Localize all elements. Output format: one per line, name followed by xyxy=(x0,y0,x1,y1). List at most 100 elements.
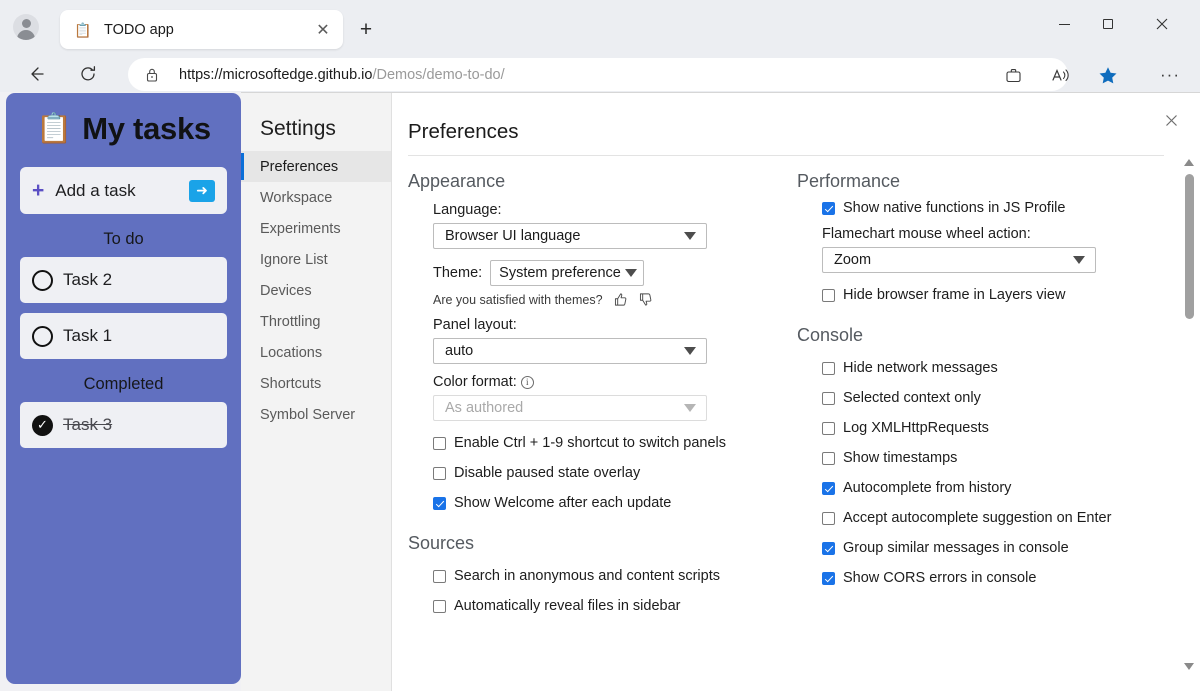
checkbox-icon[interactable] xyxy=(433,600,446,613)
thumbs-up-icon[interactable] xyxy=(613,292,628,307)
sidebar-item-label: Devices xyxy=(260,283,312,299)
task-checked-icon[interactable]: ✓ xyxy=(32,415,53,436)
language-select[interactable]: Browser UI language xyxy=(433,223,707,249)
add-task-input[interactable]: + Add a task ➜ xyxy=(20,167,227,214)
profile-avatar[interactable] xyxy=(13,14,39,40)
checkbox-row-log-xmlhttprequests[interactable]: Log XMLHttpRequests xyxy=(822,420,1178,436)
checkbox-row-group-similar-messages[interactable]: Group similar messages in console xyxy=(822,540,1178,556)
window-close-button[interactable] xyxy=(1140,8,1184,40)
browser-menu-icon[interactable]: ··· xyxy=(1155,62,1185,88)
sidebar-item-ignore-list[interactable]: Ignore List xyxy=(241,244,391,275)
browser-tab[interactable]: 📋 TODO app ✕ xyxy=(60,10,343,49)
checkbox-row-enable-ctrl-shortcut[interactable]: Enable Ctrl + 1-9 shortcut to switch pan… xyxy=(433,435,785,451)
theme-label: Theme: xyxy=(433,265,482,281)
checkbox-icon[interactable] xyxy=(822,452,835,465)
tab-close-icon[interactable]: ✕ xyxy=(309,16,337,44)
checkbox-label: Enable Ctrl + 1-9 shortcut to switch pan… xyxy=(454,435,726,451)
checkbox-label: Search in anonymous and content scripts xyxy=(454,568,720,584)
color-format-label-row: Color format: i xyxy=(433,374,785,390)
sidebar-item-label: Symbol Server xyxy=(260,407,355,423)
checkbox-label: Autocomplete from history xyxy=(843,480,1011,496)
checkbox-icon[interactable] xyxy=(822,289,835,302)
browser-window: 📋 TODO app ✕ + xyxy=(0,0,1200,691)
sidebar-item-symbol-server[interactable]: Symbol Server xyxy=(241,399,391,430)
back-button[interactable] xyxy=(20,58,52,90)
todo-app-panel: 📋 My tasks + Add a task ➜ To do Task 2 T… xyxy=(6,93,241,684)
scroll-down-arrow-icon[interactable] xyxy=(1184,663,1194,670)
checkbox-row-selected-context-only[interactable]: Selected context only xyxy=(822,390,1178,406)
checkbox-icon[interactable] xyxy=(822,392,835,405)
console-section-body: Hide network messages Selected context o… xyxy=(797,360,1178,586)
checkbox-label: Show Welcome after each update xyxy=(454,495,671,511)
reload-icon xyxy=(79,65,97,83)
checkbox-row-disable-paused-overlay[interactable]: Disable paused state overlay xyxy=(433,465,785,481)
checkbox-row-show-native-functions[interactable]: Show native functions in JS Profile xyxy=(822,200,1178,216)
checkbox-row-auto-reveal-files[interactable]: Automatically reveal files in sidebar xyxy=(433,598,785,614)
task-item[interactable]: Task 2 xyxy=(20,257,227,303)
checkbox-row-search-anonymous-scripts[interactable]: Search in anonymous and content scripts xyxy=(433,568,785,584)
window-minimize-button[interactable] xyxy=(1042,8,1086,40)
task-checkbox-circle-icon[interactable] xyxy=(32,326,53,347)
checkbox-row-hide-browser-frame[interactable]: Hide browser frame in Layers view xyxy=(822,287,1178,303)
checkbox-icon[interactable] xyxy=(433,467,446,480)
sidebar-item-locations[interactable]: Locations xyxy=(241,337,391,368)
collections-icon[interactable] xyxy=(998,62,1028,88)
color-format-select-value: As authored xyxy=(445,400,523,416)
todo-section-heading: To do xyxy=(6,230,241,249)
theme-select[interactable]: System preference xyxy=(490,260,644,286)
scroll-up-arrow-icon[interactable] xyxy=(1184,159,1194,166)
tab-title: TODO app xyxy=(104,22,309,38)
add-task-submit-button[interactable]: ➜ xyxy=(189,180,215,202)
chevron-down-icon xyxy=(625,269,637,277)
checkbox-icon[interactable] xyxy=(822,512,835,525)
checkbox-row-accept-autocomplete-enter[interactable]: Accept autocomplete suggestion on Enter xyxy=(822,510,1178,526)
scrollbar-thumb[interactable] xyxy=(1185,174,1194,319)
sources-section-title: Sources xyxy=(408,533,785,554)
panel-layout-label: Panel layout: xyxy=(433,317,785,333)
checkbox-icon[interactable] xyxy=(822,362,835,375)
checkbox-label: Hide network messages xyxy=(843,360,998,376)
checkbox-icon[interactable] xyxy=(433,437,446,450)
maximize-icon xyxy=(1103,19,1113,29)
task-item[interactable]: ✓ Task 3 xyxy=(20,402,227,448)
sidebar-item-workspace[interactable]: Workspace xyxy=(241,182,391,213)
address-bar[interactable]: https://microsoftedge.github.io/Demos/de… xyxy=(128,58,1068,91)
reload-button[interactable] xyxy=(72,58,104,90)
task-item[interactable]: Task 1 xyxy=(20,313,227,359)
checkbox-icon[interactable] xyxy=(822,202,835,215)
checkbox-icon[interactable] xyxy=(433,497,446,510)
settings-scrollbar[interactable] xyxy=(1181,156,1198,691)
thumbs-down-icon[interactable] xyxy=(638,292,653,307)
sidebar-item-throttling[interactable]: Throttling xyxy=(241,306,391,337)
checkbox-icon[interactable] xyxy=(433,570,446,583)
checkbox-label: Selected context only xyxy=(843,390,981,406)
sidebar-item-shortcuts[interactable]: Shortcuts xyxy=(241,368,391,399)
sidebar-item-experiments[interactable]: Experiments xyxy=(241,213,391,244)
sidebar-item-preferences[interactable]: Preferences xyxy=(241,151,391,182)
clipboard-icon: 📋 xyxy=(36,112,72,146)
flamechart-wheel-action-select[interactable]: Zoom xyxy=(822,247,1096,273)
window-maximize-button[interactable] xyxy=(1086,8,1130,40)
checkbox-row-show-cors-errors[interactable]: Show CORS errors in console xyxy=(822,570,1178,586)
sidebar-item-label: Experiments xyxy=(260,221,341,237)
read-aloud-icon[interactable] xyxy=(1046,62,1076,88)
flamechart-select-value: Zoom xyxy=(834,252,871,268)
panel-layout-select[interactable]: auto xyxy=(433,338,707,364)
checkbox-row-show-timestamps[interactable]: Show timestamps xyxy=(822,450,1178,466)
settings-close-button[interactable] xyxy=(1160,109,1182,131)
url-domain: https://microsoftedge.github.io xyxy=(179,67,372,83)
checkbox-row-hide-network-messages[interactable]: Hide network messages xyxy=(822,360,1178,376)
checkbox-row-show-welcome[interactable]: Show Welcome after each update xyxy=(433,495,785,511)
color-format-select[interactable]: As authored xyxy=(433,395,707,421)
checkbox-icon[interactable] xyxy=(822,542,835,555)
checkbox-row-autocomplete-from-history[interactable]: Autocomplete from history xyxy=(822,480,1178,496)
task-checkbox-circle-icon[interactable] xyxy=(32,270,53,291)
checkbox-icon[interactable] xyxy=(822,422,835,435)
theme-select-value: System preference xyxy=(499,265,621,281)
sidebar-item-devices[interactable]: Devices xyxy=(241,275,391,306)
checkbox-icon[interactable] xyxy=(822,572,835,585)
new-tab-button[interactable]: + xyxy=(352,16,380,44)
info-icon[interactable]: i xyxy=(521,376,534,389)
checkbox-icon[interactable] xyxy=(822,482,835,495)
favorite-star-icon[interactable] xyxy=(1093,62,1123,88)
